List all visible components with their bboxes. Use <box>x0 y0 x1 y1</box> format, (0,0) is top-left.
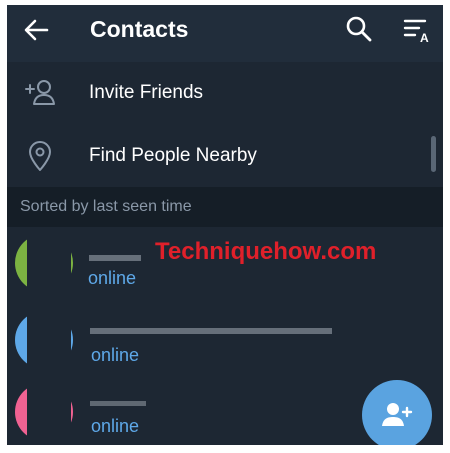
contact-status: online <box>88 268 137 288</box>
search-icon <box>346 16 372 42</box>
add-contact-button[interactable] <box>362 380 432 445</box>
contacts-menu: Invite Friends Find People Nearby <box>7 62 443 187</box>
add-person-icon <box>25 80 55 105</box>
add-contact-icon <box>382 403 413 426</box>
find-people-nearby-item[interactable]: Find People Nearby <box>7 125 443 187</box>
location-pin-icon <box>29 141 51 171</box>
svg-text:A: A <box>420 31 429 44</box>
back-button[interactable] <box>21 15 51 45</box>
watermark-text: Techniquehow.com <box>155 238 377 265</box>
contact-name-redacted <box>87 247 147 267</box>
invite-friends-label: Invite Friends <box>89 82 204 103</box>
avatar-redaction <box>27 375 71 445</box>
find-people-nearby-label: Find People Nearby <box>89 145 257 166</box>
search-button[interactable] <box>345 15 373 43</box>
contact-status: online <box>91 345 140 365</box>
contact-status: online <box>91 416 140 436</box>
contacts-screen: Contacts A Invite Friends Find People Ne… <box>7 5 443 445</box>
contact-name-redacted <box>87 322 337 342</box>
redacted-name <box>90 401 146 406</box>
sort-alphabet-icon: A <box>403 19 429 45</box>
sort-button[interactable]: A <box>403 16 433 45</box>
contact-row[interactable]: online <box>7 302 443 374</box>
avatar-redaction <box>27 302 71 374</box>
page-title: Contacts <box>90 16 189 42</box>
avatar-redaction <box>27 227 71 299</box>
app-bar: Contacts A <box>7 5 443 62</box>
invite-friends-item[interactable]: Invite Friends <box>7 62 443 124</box>
contact-name-redacted <box>87 395 157 415</box>
redacted-name <box>89 255 141 261</box>
section-header: Sorted by last seen time <box>7 187 443 227</box>
redacted-name <box>90 328 332 334</box>
scrollbar-thumb[interactable] <box>431 136 436 172</box>
section-label: Sorted by last seen time <box>20 198 192 215</box>
arrow-left-icon <box>24 19 49 41</box>
